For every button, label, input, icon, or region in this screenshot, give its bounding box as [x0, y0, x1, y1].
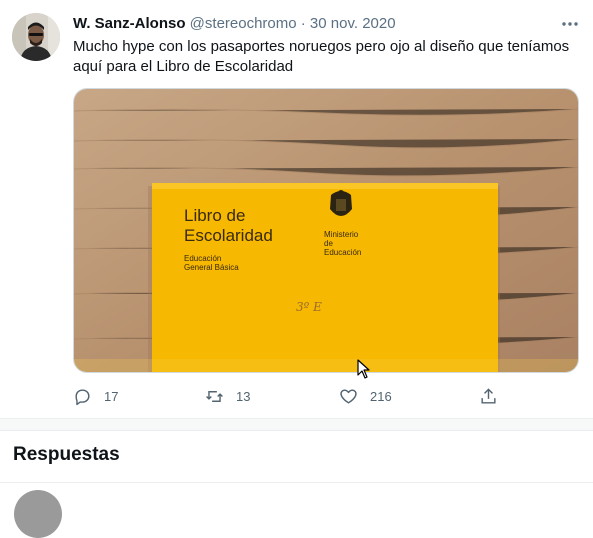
coat-of-arms-emblem: [330, 190, 352, 216]
reply-action[interactable]: 17: [73, 384, 118, 408]
retweet-action[interactable]: 13: [205, 384, 250, 408]
author-handle-date[interactable]: @stereochromo · 30 nov. 2020: [190, 15, 396, 32]
tweet-header: W. Sanz-Alonso @stereochromo · 30 nov. 2…: [73, 15, 396, 32]
book-subtitle-line1: Educación: [184, 254, 221, 263]
reply-icon: [75, 388, 90, 405]
share-action[interactable]: [479, 384, 498, 408]
like-action[interactable]: 216: [339, 384, 392, 408]
tweet-photo[interactable]: Libro de Escolaridad Educación General B…: [73, 88, 579, 373]
heart-icon: [340, 388, 357, 404]
retweet-count: 13: [236, 388, 251, 404]
more-horizontal-icon[interactable]: [560, 14, 580, 34]
replies-heading: Respuestas: [13, 444, 120, 465]
book-title-line1: Libro de: [184, 206, 245, 225]
handwritten-note: 3º E: [296, 300, 322, 314]
ministry-line2: de: [324, 239, 333, 248]
reply-count: 17: [104, 388, 119, 404]
book-subtitle-line2: General Básica: [184, 263, 239, 272]
share-icon: [481, 387, 496, 404]
ministry-line3: Educación: [324, 248, 361, 257]
ministry-line1: Ministerio: [324, 230, 359, 239]
replies-divider: [0, 482, 593, 483]
tweet[interactable]: W. Sanz-Alonso @stereochromo · 30 nov. 2…: [0, 0, 593, 418]
book-title-line2: Escolaridad: [184, 226, 273, 245]
tweet-text: Mucho hype con los pasaportes noruegos p…: [73, 38, 570, 75]
author-avatar[interactable]: [12, 13, 60, 61]
like-count: 216: [370, 388, 392, 404]
section-divider: [0, 418, 593, 431]
reply-avatar[interactable]: [14, 490, 62, 538]
mouse-cursor-icon: [357, 359, 370, 379]
tweet-actions: 17 13 216: [73, 384, 513, 408]
author-name[interactable]: W. Sanz-Alonso: [73, 15, 186, 32]
retweet-icon: [206, 390, 223, 402]
